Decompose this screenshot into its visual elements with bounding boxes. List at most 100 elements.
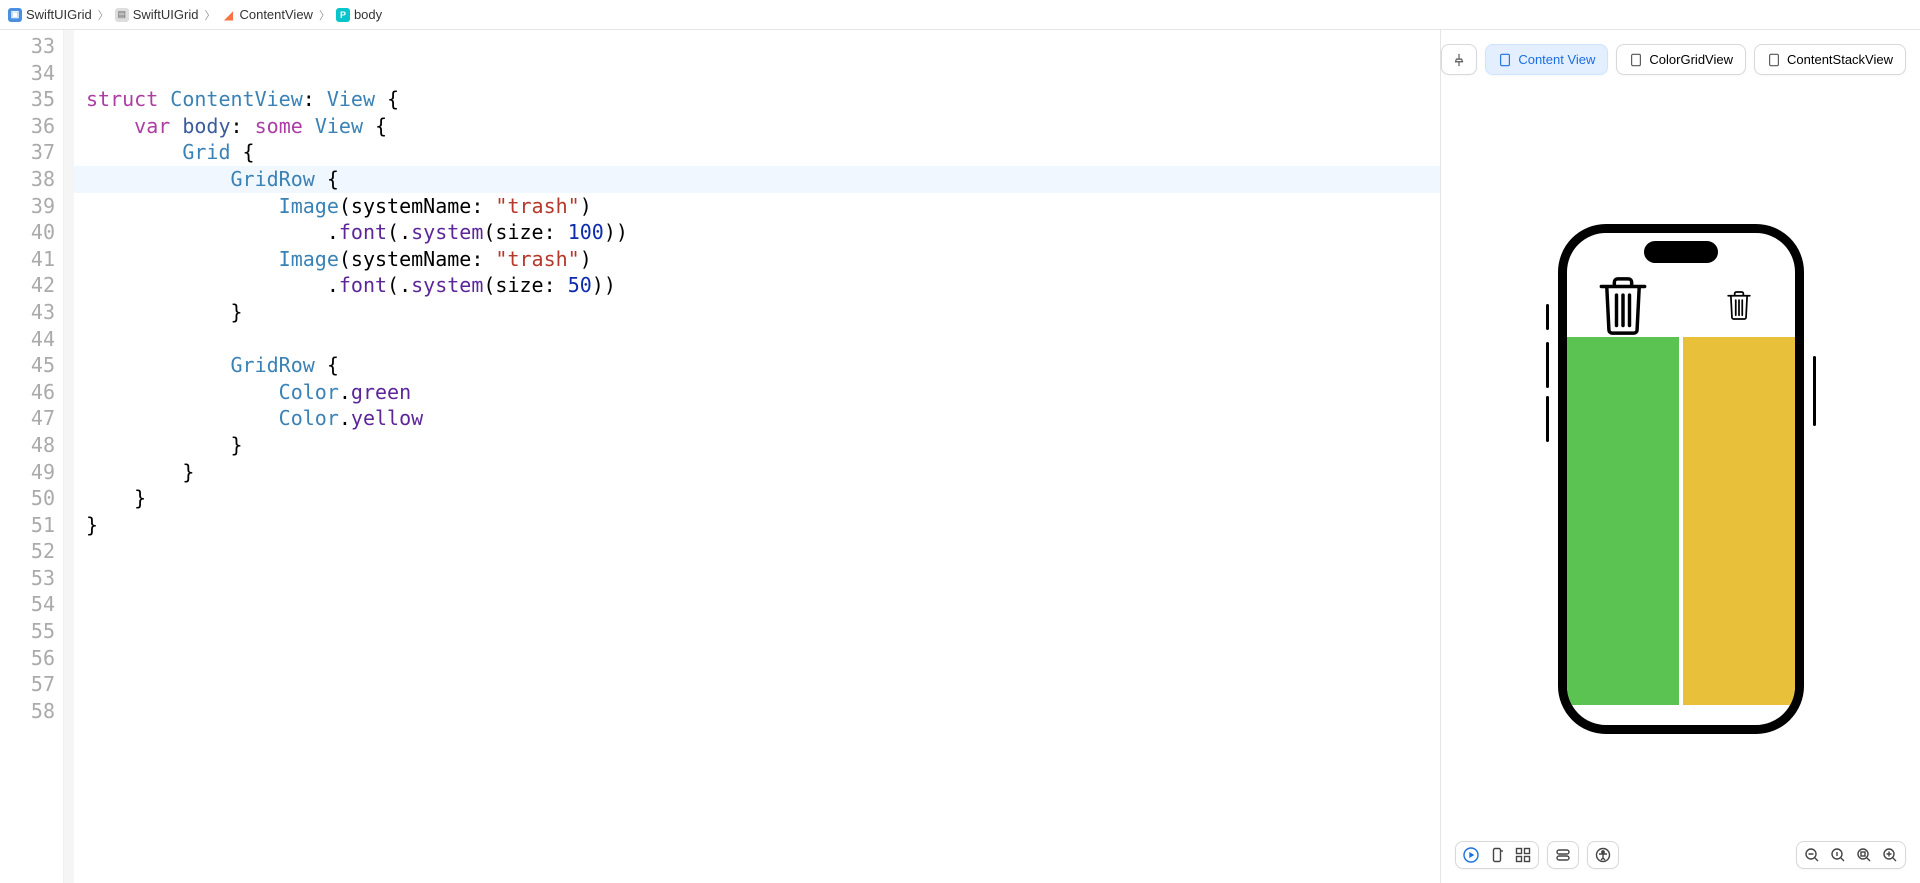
code-line[interactable]: .font(.system(size: 100)) bbox=[74, 219, 1440, 246]
trash-icon bbox=[1726, 290, 1752, 321]
line-number: 56 bbox=[0, 645, 55, 672]
code-line[interactable] bbox=[74, 591, 1440, 618]
crumb-separator: 〉 bbox=[202, 7, 217, 23]
preview-panel: Content View ColorGridView ContentStackV… bbox=[1440, 30, 1920, 883]
line-number: 41 bbox=[0, 246, 55, 273]
code-line[interactable]: Color.green bbox=[74, 379, 1440, 406]
crumb-folder[interactable]: ▤ SwiftUIGrid bbox=[115, 7, 199, 22]
line-number: 46 bbox=[0, 379, 55, 406]
line-number: 38 bbox=[0, 166, 55, 193]
trash-icon bbox=[1597, 275, 1649, 337]
code-line[interactable]: } bbox=[74, 485, 1440, 512]
line-number: 35 bbox=[0, 86, 55, 113]
variants-icon[interactable] bbox=[1515, 847, 1531, 863]
zoom-out-icon[interactable] bbox=[1804, 847, 1820, 863]
canvas-controls-left bbox=[1455, 841, 1619, 869]
line-number: 51 bbox=[0, 512, 55, 539]
code-line[interactable]: Image(systemName: "trash") bbox=[74, 193, 1440, 220]
code-editor[interactable]: 3334353637383940414243444546474849505152… bbox=[0, 30, 1440, 883]
grid-cell-trash-large bbox=[1567, 275, 1679, 337]
line-gutter: 3334353637383940414243444546474849505152… bbox=[0, 30, 64, 883]
crumb-file[interactable]: ◢ ContentView bbox=[221, 7, 312, 22]
zoom-fit-icon[interactable] bbox=[1856, 847, 1872, 863]
crumb-separator: 〉 bbox=[317, 7, 332, 23]
line-number: 36 bbox=[0, 113, 55, 140]
line-number: 53 bbox=[0, 565, 55, 592]
code-line[interactable]: GridRow { bbox=[74, 352, 1440, 379]
property-icon: P bbox=[336, 8, 350, 22]
code-line[interactable] bbox=[74, 618, 1440, 645]
zoom-100-icon[interactable] bbox=[1830, 847, 1846, 863]
line-number: 50 bbox=[0, 485, 55, 512]
pin-button[interactable] bbox=[1441, 44, 1477, 75]
line-number: 39 bbox=[0, 193, 55, 220]
code-line[interactable]: var body: some View { bbox=[74, 113, 1440, 140]
document-icon bbox=[1498, 53, 1512, 67]
code-line[interactable]: Image(systemName: "trash") bbox=[74, 246, 1440, 273]
code-line[interactable] bbox=[74, 538, 1440, 565]
preview-content bbox=[1567, 275, 1795, 705]
layout-icon[interactable] bbox=[1555, 847, 1571, 863]
line-number: 55 bbox=[0, 618, 55, 645]
code-line[interactable] bbox=[74, 60, 1440, 87]
line-number: 34 bbox=[0, 60, 55, 87]
preview-tab-label: ContentStackView bbox=[1787, 52, 1893, 67]
code-line[interactable] bbox=[74, 698, 1440, 725]
line-number: 57 bbox=[0, 671, 55, 698]
code-line[interactable]: struct ContentView: View { bbox=[74, 86, 1440, 113]
fold-strip bbox=[64, 30, 74, 883]
device-frame bbox=[1558, 224, 1804, 734]
canvas-zoom-controls bbox=[1796, 841, 1906, 869]
crumb-label: SwiftUIGrid bbox=[133, 7, 199, 22]
play-icon[interactable] bbox=[1463, 847, 1479, 863]
line-number: 47 bbox=[0, 405, 55, 432]
main-split: 3334353637383940414243444546474849505152… bbox=[0, 30, 1920, 883]
line-number: 37 bbox=[0, 139, 55, 166]
code-line[interactable] bbox=[74, 326, 1440, 353]
line-number: 44 bbox=[0, 326, 55, 353]
code-area[interactable]: struct ContentView: View { var body: som… bbox=[74, 30, 1440, 883]
preview-tabs: Content View ColorGridView ContentStackV… bbox=[1441, 44, 1906, 75]
preview-tab-contentstackview[interactable]: ContentStackView bbox=[1754, 44, 1906, 75]
breadcrumb: ▣ SwiftUIGrid 〉 ▤ SwiftUIGrid 〉 ◢ Conten… bbox=[0, 0, 1920, 30]
line-number: 49 bbox=[0, 459, 55, 486]
line-number: 58 bbox=[0, 698, 55, 725]
code-line[interactable]: Grid { bbox=[74, 139, 1440, 166]
code-line[interactable] bbox=[74, 565, 1440, 592]
dynamic-island bbox=[1644, 241, 1718, 263]
preview-tab-label: ColorGridView bbox=[1649, 52, 1733, 67]
crumb-label: body bbox=[354, 7, 382, 22]
code-line[interactable] bbox=[74, 645, 1440, 672]
line-number: 40 bbox=[0, 219, 55, 246]
grid-cell-trash-small bbox=[1683, 275, 1795, 337]
document-icon bbox=[1767, 53, 1781, 67]
code-line[interactable]: } bbox=[74, 432, 1440, 459]
line-number: 52 bbox=[0, 538, 55, 565]
code-line[interactable]: GridRow { bbox=[74, 166, 1440, 193]
grid-cell-green bbox=[1567, 337, 1679, 705]
line-number: 43 bbox=[0, 299, 55, 326]
device-icon[interactable] bbox=[1489, 847, 1505, 863]
code-line[interactable]: } bbox=[74, 459, 1440, 486]
crumb-label: ContentView bbox=[239, 7, 312, 22]
crumb-symbol[interactable]: P body bbox=[336, 7, 382, 22]
preview-tab-content-view[interactable]: Content View bbox=[1485, 44, 1608, 75]
crumb-project[interactable]: ▣ SwiftUIGrid bbox=[8, 7, 92, 22]
code-line[interactable]: Color.yellow bbox=[74, 405, 1440, 432]
zoom-in-icon[interactable] bbox=[1882, 847, 1898, 863]
grid-cell-yellow bbox=[1683, 337, 1795, 705]
document-icon bbox=[1629, 53, 1643, 67]
swift-icon: ◢ bbox=[221, 8, 235, 22]
line-number: 48 bbox=[0, 432, 55, 459]
code-line[interactable] bbox=[74, 33, 1440, 60]
canvas-area[interactable] bbox=[1441, 30, 1920, 883]
preview-tab-colorgridview[interactable]: ColorGridView bbox=[1616, 44, 1746, 75]
line-number: 45 bbox=[0, 352, 55, 379]
crumb-label: SwiftUIGrid bbox=[26, 7, 92, 22]
preview-tab-label: Content View bbox=[1518, 52, 1595, 67]
code-line[interactable]: } bbox=[74, 512, 1440, 539]
code-line[interactable]: } bbox=[74, 299, 1440, 326]
code-line[interactable] bbox=[74, 671, 1440, 698]
code-line[interactable]: .font(.system(size: 50)) bbox=[74, 272, 1440, 299]
accessibility-icon[interactable] bbox=[1595, 847, 1611, 863]
